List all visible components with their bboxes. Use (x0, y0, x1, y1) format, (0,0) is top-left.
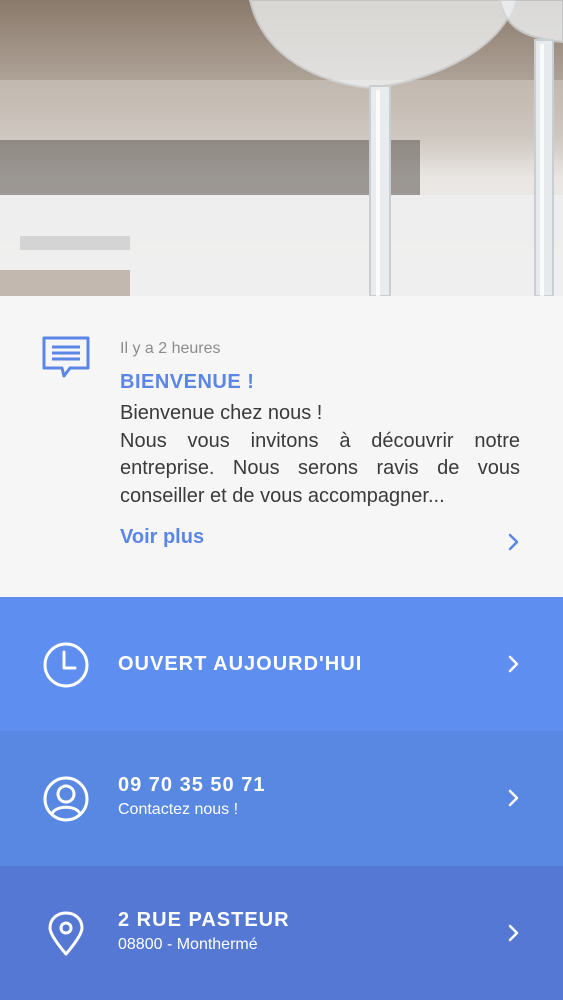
news-body-line: Nous vous invitons à découvrir notre ent… (120, 429, 520, 507)
location-pin-icon (48, 911, 84, 956)
read-more-link[interactable]: Voir plus (120, 526, 204, 549)
chevron-right-icon[interactable] (507, 923, 521, 943)
news-timestamp: Il y a 2 heures (120, 340, 221, 357)
chevron-right-icon[interactable] (507, 788, 521, 808)
address-row[interactable]: 2 RUE PASTEUR 08800 - Monthermé (0, 866, 563, 1000)
news-body-line: Bienvenue chez nous ! (120, 402, 323, 424)
user-icon (43, 776, 89, 822)
wine-glasses-illustration (0, 0, 563, 296)
news-title: BIENVENUE ! (120, 371, 255, 393)
opening-hours-row[interactable]: OUVERT AUJOURD'HUI (0, 597, 563, 732)
contact-row[interactable]: 09 70 35 50 71 Contactez nous ! (0, 731, 563, 866)
hero-image (0, 0, 563, 296)
news-card[interactable]: Il y a 2 heures BIENVENUE ! Bienvenue ch… (0, 296, 563, 597)
contact-subtitle: Contactez nous ! (118, 801, 239, 818)
clock-icon (43, 642, 89, 688)
address-city: 08800 - Monthermé (118, 936, 258, 953)
opening-hours-label: OUVERT AUJOURD'HUI (118, 653, 363, 675)
news-body: Bienvenue chez nous ! Nous vous invitons… (120, 400, 520, 510)
chevron-right-icon[interactable] (507, 654, 521, 674)
address-street: 2 RUE PASTEUR (118, 909, 290, 931)
phone-number: 09 70 35 50 71 (118, 774, 266, 796)
chevron-right-icon[interactable] (507, 532, 521, 552)
message-icon (42, 336, 90, 378)
